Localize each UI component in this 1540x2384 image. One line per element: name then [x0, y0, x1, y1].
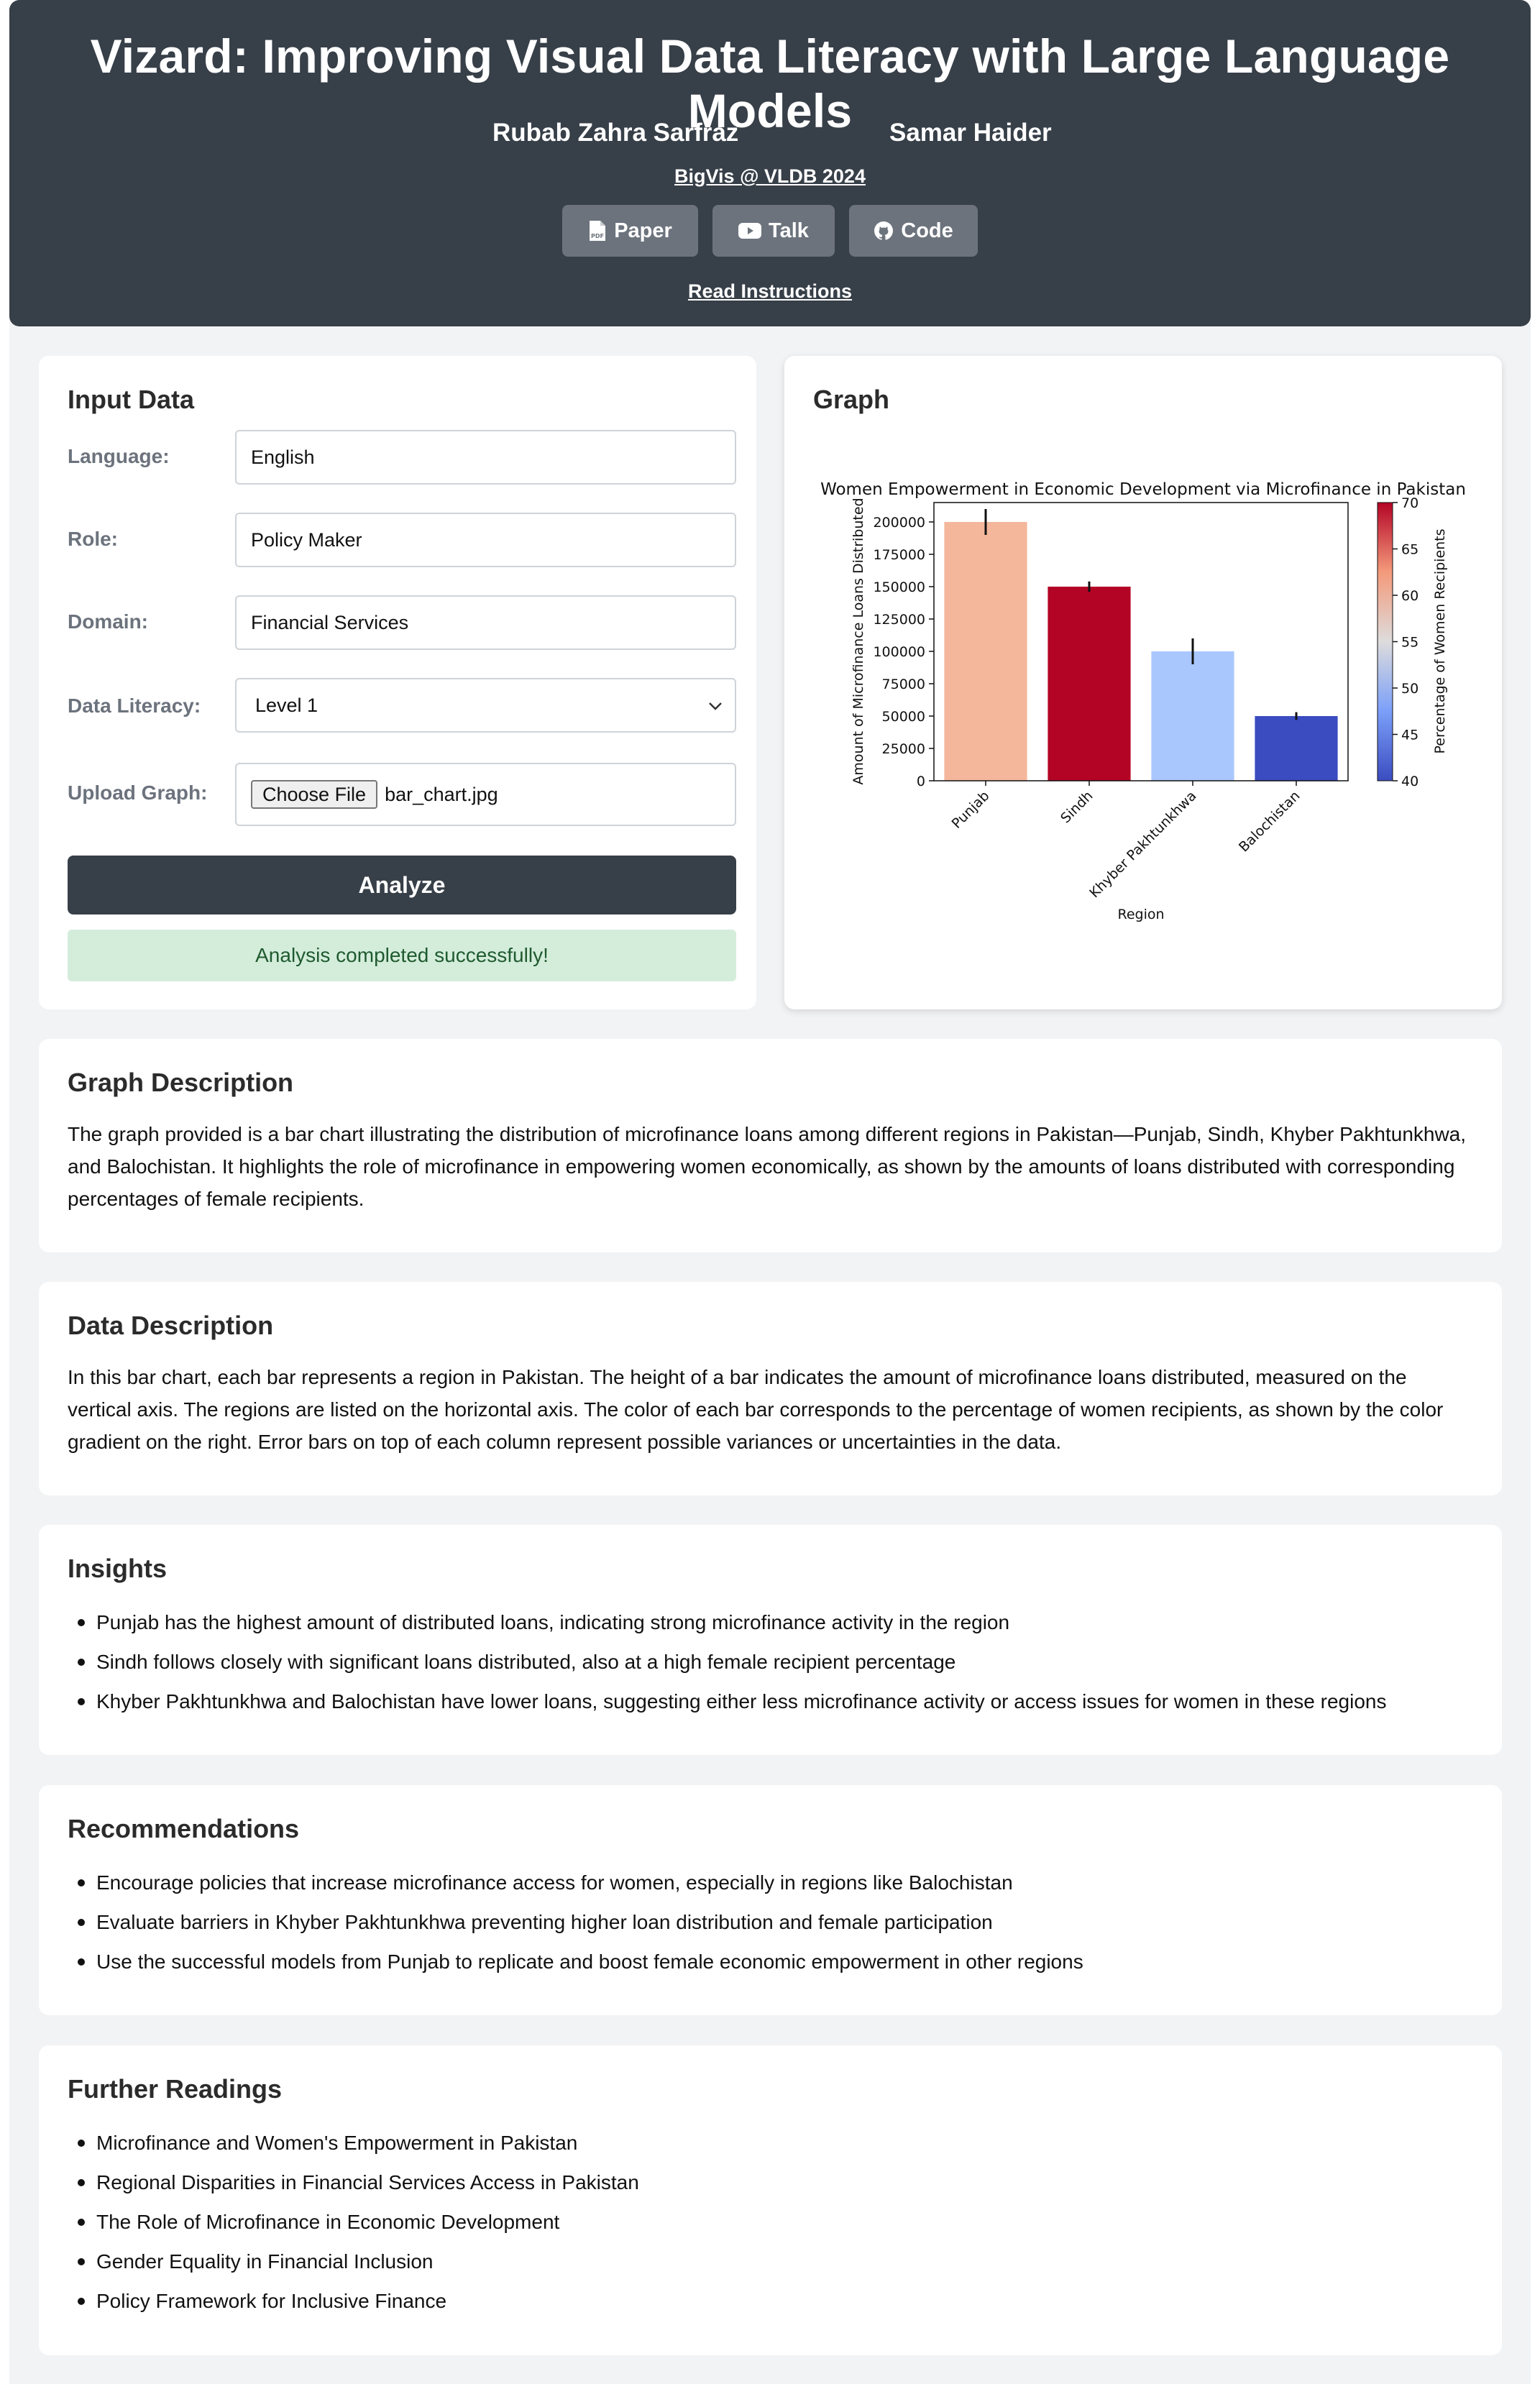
list-item: Khyber Pakhtunkhwa and Balochistan have … [68, 1682, 1473, 1721]
y-tick-label: 150000 [873, 579, 925, 595]
list-item: Use the successful models from Punjab to… [68, 1942, 1473, 1981]
y-axis-label: Amount of Microfinance Loans Distributed [851, 498, 866, 784]
list-item: Punjab has the highest amount of distrib… [68, 1603, 1473, 1642]
recommendations-card: Recommendations Encourage policies that … [39, 1785, 1502, 2015]
bar [1048, 587, 1131, 781]
y-tick-label: 75000 [882, 677, 925, 692]
colorbar [1377, 502, 1393, 781]
language-input[interactable]: English [235, 430, 736, 485]
pdf-icon: PDF [590, 221, 606, 241]
read-instructions-link[interactable]: Read Instructions [9, 280, 1531, 303]
role-input[interactable]: Policy Maker [235, 513, 736, 567]
x-tick-label: Khyber Pakhtunkhwa [1086, 788, 1199, 901]
language-value: English [251, 446, 315, 468]
code-button[interactable]: Code [849, 205, 978, 257]
data-literacy-select[interactable]: Level 1 [235, 678, 736, 733]
x-tick-label: Sindh [1058, 788, 1096, 826]
analyze-button[interactable]: Analyze [68, 856, 736, 914]
reading-link[interactable]: The Role of Microfinance in Economic Dev… [68, 2202, 1473, 2242]
list-item: Sindh follows closely with significant l… [68, 1642, 1473, 1682]
data-description-card: Data Description In this bar chart, each… [39, 1282, 1502, 1495]
y-tick-label: 50000 [882, 709, 925, 725]
code-button-label: Code [901, 219, 953, 242]
talk-button-label: Talk [769, 219, 809, 242]
reading-link[interactable]: Regional Disparities in Financial Servic… [68, 2163, 1473, 2202]
graph-description-heading: Graph Description [68, 1068, 294, 1097]
bar [1151, 651, 1234, 781]
x-tick-label: Balochistan [1236, 788, 1303, 856]
insights-card: Insights Punjab has the highest amount o… [39, 1525, 1502, 1755]
colorbar-label: Percentage of Women Recipients [1432, 528, 1448, 753]
graph-card: Graph Women Empowerment in Economic Deve… [784, 356, 1502, 1009]
reading-link[interactable]: Microfinance and Women's Empowerment in … [68, 2123, 1473, 2163]
colorbar-tick-label: 65 [1401, 542, 1418, 558]
data-literacy-value: Level 1 [255, 694, 318, 716]
header: Vizard: Improving Visual Data Literacy w… [9, 0, 1531, 326]
domain-value: Financial Services [251, 611, 409, 633]
data-description-heading: Data Description [68, 1311, 274, 1340]
further-readings-list: Microfinance and Women's Empowerment in … [68, 2123, 1473, 2321]
language-label: Language: [68, 445, 170, 467]
domain-label: Domain: [68, 610, 148, 633]
insights-heading: Insights [68, 1554, 168, 1583]
svg-text:PDF: PDF [591, 233, 604, 239]
bar-chart: Women Empowerment in Economic Developmen… [820, 480, 1466, 922]
bar [944, 522, 1027, 781]
further-readings-card: Further Readings Microfinance and Women'… [39, 2045, 1502, 2355]
x-tick-label: Punjab [949, 788, 993, 832]
talk-button[interactable]: Talk [712, 205, 835, 257]
author-name: Samar Haider [889, 119, 1052, 147]
input-data-heading: Input Data [68, 385, 194, 414]
data-literacy-label: Data Literacy: [68, 694, 201, 717]
venue-link[interactable]: BigVis @ VLDB 2024 [9, 165, 1531, 188]
reading-link[interactable]: Gender Equality in Financial Inclusion [68, 2242, 1473, 2281]
y-tick-label: 200000 [873, 515, 925, 531]
bar [1255, 716, 1338, 781]
colorbar-tick-label: 50 [1401, 681, 1418, 697]
role-value: Policy Maker [251, 528, 362, 551]
choose-file-button[interactable]: Choose File [251, 780, 378, 809]
x-axis-label: Region [1117, 907, 1164, 922]
graph-description-text: The graph provided is a bar chart illust… [68, 1123, 1467, 1210]
recommendations-heading: Recommendations [68, 1814, 300, 1843]
role-label: Role: [68, 528, 118, 550]
colorbar-tick-label: 55 [1401, 635, 1418, 651]
colorbar-tick-label: 60 [1401, 588, 1418, 604]
insights-list: Punjab has the highest amount of distrib… [68, 1603, 1473, 1721]
chart-title: Women Empowerment in Economic Developmen… [820, 480, 1466, 499]
graph-description-card: Graph Description The graph provided is … [39, 1039, 1502, 1252]
chevron-down-icon [709, 702, 722, 710]
further-readings-heading: Further Readings [68, 2074, 283, 2104]
y-tick-label: 25000 [882, 741, 925, 757]
uploaded-filename: bar_chart.jpg [385, 783, 498, 805]
authors: Rubab Zahra Sarfraz Samar Haider [9, 119, 1531, 152]
list-item: Encourage policies that increase microfi… [68, 1863, 1473, 1902]
youtube-icon [738, 223, 762, 239]
github-icon [874, 221, 894, 240]
header-buttons: PDF Paper Talk Code [9, 205, 1531, 257]
colorbar-tick-label: 70 [1401, 495, 1418, 511]
page: Vizard: Improving Visual Data Literacy w… [9, 0, 1531, 2384]
status-message: Analysis completed successfully! [68, 930, 736, 981]
colorbar-tick-label: 45 [1401, 728, 1418, 743]
y-tick-label: 125000 [873, 612, 925, 628]
y-tick-label: 0 [917, 774, 925, 789]
list-item: Evaluate barriers in Khyber Pakhtunkhwa … [68, 1902, 1473, 1942]
colorbar-tick-label: 40 [1401, 774, 1418, 789]
reading-link[interactable]: Policy Framework for Inclusive Finance [68, 2281, 1473, 2321]
upload-graph-field: Choose File bar_chart.jpg [235, 763, 736, 826]
y-tick-label: 100000 [873, 644, 925, 660]
domain-input[interactable]: Financial Services [235, 595, 736, 650]
author-name: Rubab Zahra Sarfraz [492, 119, 739, 147]
input-data-card: Input Data Language: English Role: Polic… [39, 356, 756, 1009]
data-description-text: In this bar chart, each bar represents a… [68, 1366, 1444, 1453]
y-tick-label: 175000 [873, 547, 925, 563]
recommendations-list: Encourage policies that increase microfi… [68, 1863, 1473, 1981]
upload-graph-label: Upload Graph: [68, 781, 208, 804]
paper-button-label: Paper [614, 219, 672, 242]
paper-button[interactable]: PDF Paper [562, 205, 698, 257]
